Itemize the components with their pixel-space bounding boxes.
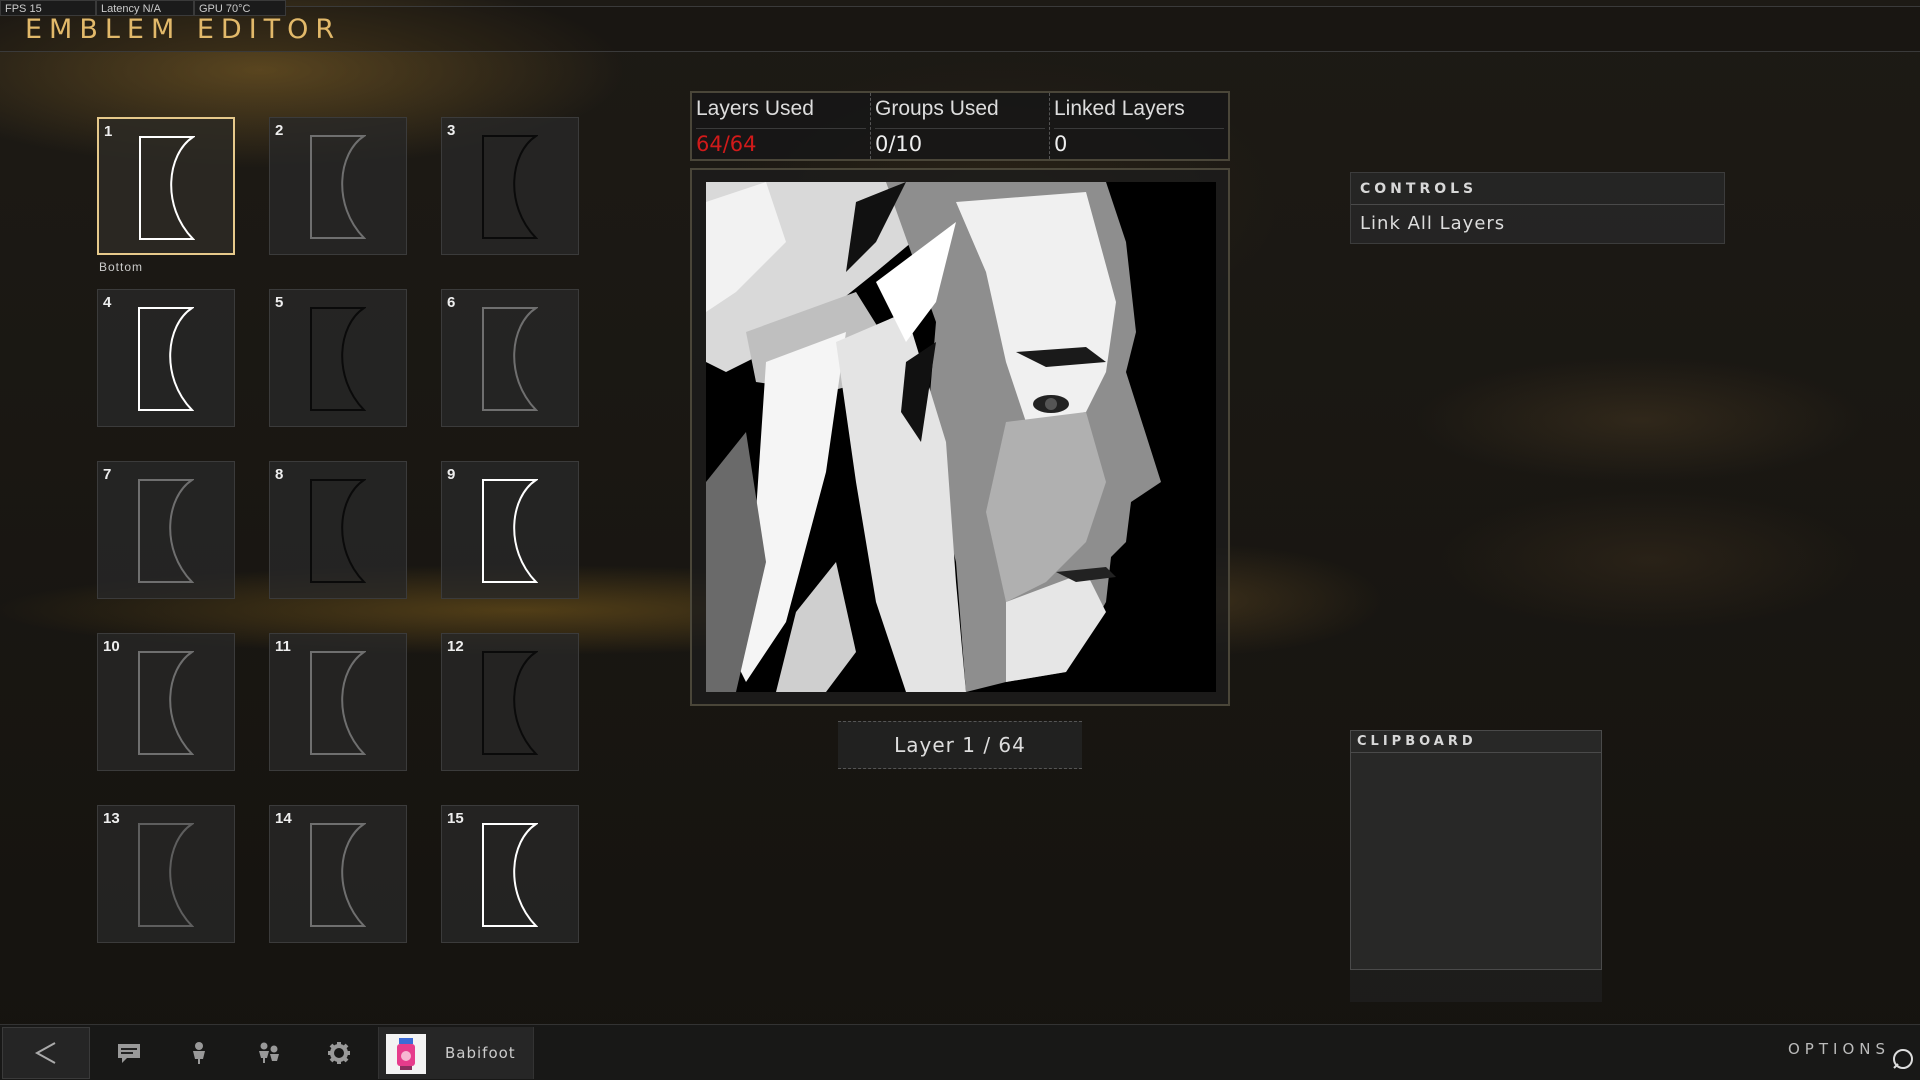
layer-number: 5 [275, 294, 284, 311]
stat-linked-layers: Linked Layers 0 [1050, 93, 1228, 159]
layer-tile-14[interactable]: 14 [269, 805, 407, 943]
layer-tile-4[interactable]: 4 [97, 289, 235, 427]
player-icon [193, 1042, 205, 1064]
back-button[interactable] [2, 1027, 90, 1079]
emblem-portrait-image [706, 182, 1216, 692]
emblem-canvas[interactable] [706, 182, 1216, 692]
stat-groups-used: Groups Used 0/10 [871, 93, 1050, 159]
stat-label: Groups Used [875, 97, 1045, 129]
page-title: EMBLEM EDITOR [25, 14, 342, 45]
layer-number: 4 [103, 294, 112, 311]
stat-label: Layers Used [696, 97, 866, 129]
settings-button[interactable] [306, 1027, 372, 1079]
crescent-shape-icon [482, 479, 538, 583]
back-arrow-icon [34, 1042, 56, 1064]
gamertag: Babifoot [445, 1044, 516, 1062]
crescent-shape-icon [310, 651, 366, 755]
stat-value: 0/10 [875, 132, 923, 156]
stats-panel: Layers Used 64/64 Groups Used 0/10 Linke… [690, 91, 1230, 161]
layer-tile-8[interactable]: 8 [269, 461, 407, 599]
stat-layers-used: Layers Used 64/64 [692, 93, 871, 159]
clipboard-footer [1350, 970, 1602, 1002]
crescent-shape-icon [310, 135, 366, 239]
layer-number: 11 [275, 638, 291, 655]
layer-indicator: Layer 1 / 64 [838, 721, 1082, 769]
layer-tile-11[interactable]: 11 [269, 633, 407, 771]
layer-number: 3 [447, 122, 456, 139]
layer-tile-7[interactable]: 7 [97, 461, 235, 599]
footer-bar: Babifoot [0, 1024, 1920, 1080]
layer-tile-12[interactable]: 12 [441, 633, 579, 771]
party-icon [259, 1042, 279, 1063]
crescent-shape-icon [310, 307, 366, 411]
layer-number: 12 [447, 638, 464, 655]
crescent-shape-icon [139, 136, 195, 240]
crescent-shape-icon [310, 823, 366, 927]
crescent-shape-icon [482, 651, 538, 755]
controls-header: CONTROLS [1351, 173, 1724, 205]
layer-tile-15[interactable]: 15 [441, 805, 579, 943]
crescent-shape-icon [138, 651, 194, 755]
layer-tile-9[interactable]: 9 [441, 461, 579, 599]
crescent-shape-icon [310, 479, 366, 583]
crescent-shape-icon [482, 307, 538, 411]
crescent-shape-icon [138, 823, 194, 927]
layer-number: 7 [103, 466, 112, 483]
crescent-shape-icon [138, 307, 194, 411]
layer-number: 10 [103, 638, 120, 655]
party-button[interactable] [236, 1027, 302, 1079]
gear-icon [328, 1042, 350, 1064]
layer-tile-10[interactable]: 10 [97, 633, 235, 771]
chat-icon [118, 1044, 140, 1063]
player-profile[interactable]: Babifoot [378, 1027, 534, 1079]
stat-label: Linked Layers [1054, 97, 1224, 129]
layer-tile-6[interactable]: 6 [441, 289, 579, 427]
layer-number: 1 [104, 123, 113, 140]
options-button[interactable]: OPTIONS [1788, 1040, 1890, 1058]
layer-number: 15 [447, 810, 464, 827]
layer-number: 6 [447, 294, 456, 311]
emblem-preview-frame [690, 168, 1230, 706]
clipboard-panel[interactable]: CLIPBOARD [1350, 730, 1602, 970]
layer-tile-13[interactable]: 13 [97, 805, 235, 943]
layer-number: 2 [275, 122, 284, 139]
layer-tile-3[interactable]: 3 [441, 117, 579, 255]
layer-position-caption: Bottom [99, 260, 144, 274]
stat-value: 64/64 [696, 132, 757, 156]
stat-value: 0 [1054, 132, 1068, 156]
crescent-shape-icon [482, 135, 538, 239]
layer-number: 14 [275, 810, 292, 827]
link-all-layers-button[interactable]: Link All Layers [1351, 205, 1724, 243]
layer-tile-5[interactable]: 5 [269, 289, 407, 427]
avatar-character-icon [397, 1038, 415, 1070]
avatar [386, 1034, 426, 1074]
player-button[interactable] [166, 1027, 232, 1079]
layer-number: 8 [275, 466, 284, 483]
controls-panel: CONTROLS Link All Layers [1350, 172, 1725, 244]
layer-number: 13 [103, 810, 120, 827]
layer-number: 9 [447, 466, 456, 483]
options-circle-icon[interactable] [1890, 1046, 1916, 1072]
chat-button[interactable] [96, 1027, 162, 1079]
clipboard-header: CLIPBOARD [1351, 731, 1601, 753]
layer-tile-2[interactable]: 2 [269, 117, 407, 255]
layer-tile-1[interactable]: 1 Bottom [97, 117, 235, 274]
crescent-shape-icon [138, 479, 194, 583]
crescent-shape-icon [482, 823, 538, 927]
